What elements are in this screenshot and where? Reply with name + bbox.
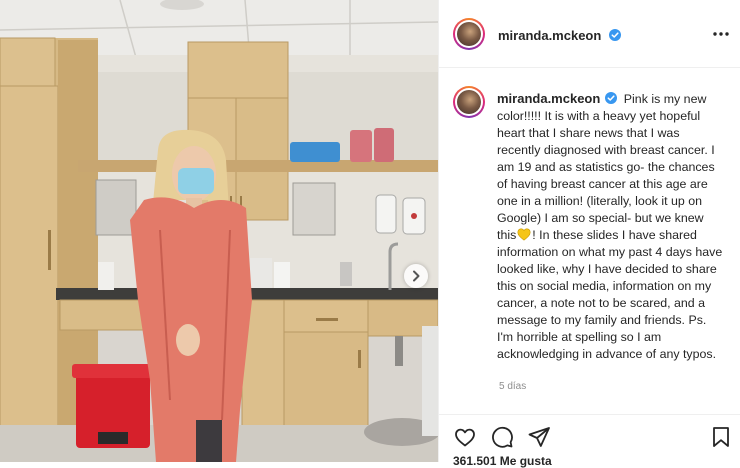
yellow-heart-emoji-icon	[517, 228, 531, 241]
post-time-ago[interactable]: 5 días	[499, 381, 526, 392]
bookmark-icon[interactable]	[709, 425, 733, 449]
clinic-room-photo	[0, 0, 438, 462]
post-photo[interactable]	[0, 0, 438, 462]
likes-count[interactable]: 361.501 Me gusta	[453, 454, 552, 468]
carousel-next-button[interactable]	[404, 264, 428, 288]
caption-text-part-2: ! In these slides I have shared informat…	[497, 228, 723, 361]
verified-badge-icon	[605, 92, 618, 104]
post-side-panel: miranda.mckeon miranda.mckeon Pink is my…	[438, 0, 740, 468]
avatar[interactable]	[453, 18, 485, 50]
post-caption: miranda.mckeon Pink is my new color!!!!!…	[497, 90, 725, 363]
caption-text-part-1: Pink is my new color!!!!! It is with a h…	[497, 92, 715, 242]
post-actions-bar	[439, 414, 740, 456]
caption-avatar[interactable]	[453, 86, 485, 118]
caption-username[interactable]: miranda.mckeon	[497, 91, 600, 106]
verified-badge-icon	[608, 29, 621, 41]
instagram-post: miranda.mckeon miranda.mckeon Pink is my…	[0, 0, 740, 468]
chevron-right-icon	[413, 270, 420, 282]
comment-icon[interactable]	[490, 425, 514, 449]
heart-icon[interactable]	[453, 425, 477, 449]
header-username[interactable]: miranda.mckeon	[498, 28, 601, 43]
more-options-icon[interactable]	[711, 24, 731, 44]
header-user: miranda.mckeon	[498, 27, 621, 45]
post-header: miranda.mckeon	[439, 0, 740, 68]
paper-plane-icon[interactable]	[527, 425, 551, 449]
